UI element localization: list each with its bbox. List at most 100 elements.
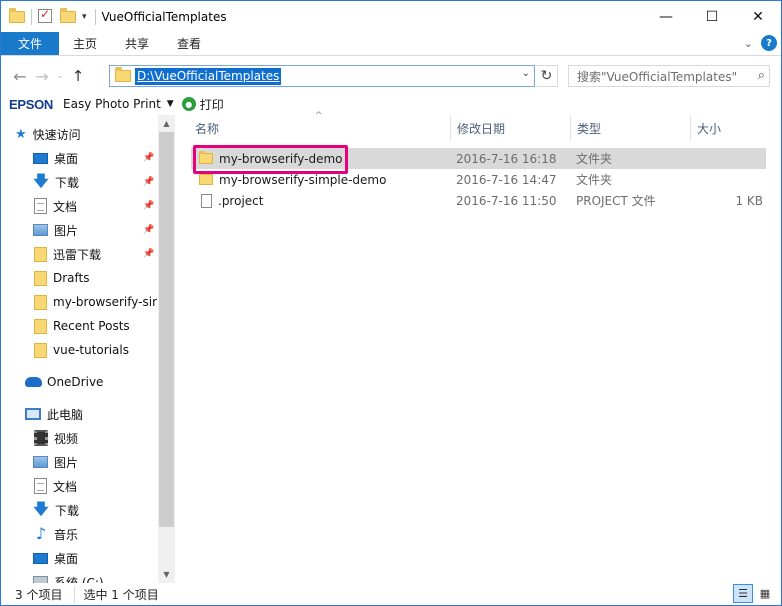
file-row[interactable]: .project 2016-7-16 11:50 PROJECT 文件 1 KB	[191, 190, 766, 211]
scroll-up-icon[interactable]: ▲	[158, 115, 175, 132]
explorer-window: ▾ VueOfficialTemplates — ☐ ✕ 文件 主页 共享 查看…	[0, 0, 782, 606]
file-icon	[201, 193, 212, 208]
quick-access-toolbar: ▾ VueOfficialTemplates	[1, 1, 227, 32]
nav-item-my-browserify[interactable]: my-browserify-sir	[34, 290, 157, 314]
window-controls: — ☐ ✕	[643, 1, 781, 32]
tab-share[interactable]: 共享	[111, 32, 163, 55]
file-type: PROJECT 文件	[576, 194, 656, 208]
nav-item-xunlei[interactable]: 迅雷下载	[34, 242, 101, 266]
file-modified: 2016-7-16 16:18	[456, 151, 557, 166]
up-arrow-icon[interactable]: ↑	[67, 67, 89, 85]
pin-icon[interactable]: 📌	[143, 177, 154, 187]
cloud-icon	[25, 377, 42, 387]
nav-this-pc[interactable]: 此电脑	[25, 402, 83, 426]
file-type: 文件夹	[576, 173, 613, 187]
folder-icon	[34, 318, 47, 334]
file-size: 1 KB	[735, 193, 763, 208]
status-bar: 3 个项目 选中 1 个项目 ☰ ▦	[1, 583, 781, 605]
music-icon: ♪	[35, 524, 47, 543]
address-bar[interactable]: D:\VueOfficialTemplates ⌄	[109, 65, 535, 87]
search-icon[interactable]: ⌕	[758, 68, 765, 83]
nav-onedrive[interactable]: OneDrive	[25, 370, 103, 394]
close-button[interactable]: ✕	[735, 1, 781, 32]
view-toggle: ☰ ▦	[733, 584, 775, 603]
desktop-icon	[33, 552, 48, 564]
documents-icon	[34, 198, 47, 214]
toolbar-divider	[94, 8, 96, 25]
refresh-icon[interactable]: ↻	[536, 65, 558, 87]
documents-icon	[34, 478, 47, 494]
print-icon[interactable]: ●	[181, 97, 196, 111]
nav-scrollbar[interactable]: ▲ ▼	[158, 115, 175, 583]
new-folder-icon[interactable]	[60, 7, 76, 25]
nav-item-drive-c[interactable]: 系统 (C:)	[33, 570, 104, 583]
nav-item-pc-documents[interactable]: 文档	[34, 474, 77, 498]
large-icons-view-icon[interactable]: ▦	[755, 584, 775, 603]
minimize-button[interactable]: —	[643, 1, 689, 32]
back-arrow-icon[interactable]: ←	[9, 67, 31, 86]
epson-toolbar: EPSON Easy Photo Print ▼ ● 打印	[1, 93, 781, 115]
nav-item-vue-tutorials[interactable]: vue-tutorials	[34, 338, 129, 362]
epson-app-selector[interactable]: Easy Photo Print	[63, 97, 161, 111]
pin-icon[interactable]: 📌	[143, 201, 154, 211]
column-headers: ^ 名称 修改日期 类型 大小	[177, 111, 781, 141]
nav-item-documents[interactable]: 文档	[34, 194, 77, 218]
folder-icon	[9, 7, 25, 25]
ribbon-tabs: 文件 主页 共享 查看 ⌄ ?	[1, 32, 781, 56]
nav-item-desktop[interactable]: 桌面	[33, 146, 78, 170]
nav-item-pictures[interactable]: 图片	[33, 218, 78, 242]
folder-icon	[115, 67, 131, 82]
epson-dropdown-icon[interactable]: ▼	[167, 99, 174, 109]
forward-arrow-icon[interactable]: →	[31, 67, 53, 86]
nav-item-drafts[interactable]: Drafts	[34, 266, 90, 290]
help-icon[interactable]: ?	[761, 35, 777, 51]
tab-home[interactable]: 主页	[59, 32, 111, 55]
download-icon: 🡇	[33, 172, 49, 190]
nav-item-downloads[interactable]: 🡇 下载	[33, 170, 79, 194]
properties-icon[interactable]	[38, 7, 54, 25]
customize-toolbar-dropdown-icon[interactable]: ▾	[82, 12, 87, 22]
status-item-count: 3 个项目	[15, 587, 63, 602]
column-name[interactable]: 名称	[189, 115, 451, 141]
file-type: 文件夹	[576, 152, 613, 166]
nav-item-music[interactable]: ♪ 音乐	[34, 522, 78, 546]
pin-icon[interactable]: 📌	[143, 249, 154, 259]
nav-item-pc-downloads[interactable]: 🡇 下载	[33, 498, 79, 522]
download-icon: 🡇	[33, 500, 49, 518]
tab-view[interactable]: 查看	[163, 32, 215, 55]
recent-locations-dropdown-icon[interactable]: ⌄	[53, 71, 67, 81]
scroll-down-icon[interactable]: ▼	[158, 566, 175, 583]
drive-icon	[33, 576, 48, 583]
folder-icon	[34, 342, 47, 358]
chevron-down-icon[interactable]: ⌄	[744, 37, 753, 50]
tab-file[interactable]: 文件	[1, 32, 59, 55]
folder-icon	[199, 172, 213, 185]
address-path[interactable]: D:\VueOfficialTemplates	[135, 67, 282, 85]
computer-icon	[25, 408, 41, 420]
pin-icon[interactable]: 📌	[143, 225, 154, 235]
folder-icon	[34, 270, 47, 286]
title-bar: ▾ VueOfficialTemplates — ☐ ✕	[1, 1, 781, 32]
nav-item-recent-posts[interactable]: Recent Posts	[34, 314, 130, 338]
videos-icon	[34, 430, 48, 446]
status-selected-count: 选中 1 个项目	[74, 585, 159, 603]
nav-item-pc-desktop[interactable]: 桌面	[33, 546, 78, 570]
column-size[interactable]: 大小	[691, 115, 771, 141]
scrollbar-thumb[interactable]	[159, 132, 174, 527]
pin-icon[interactable]: 📌	[143, 153, 154, 163]
file-size	[701, 148, 763, 169]
maximize-button[interactable]: ☐	[689, 1, 735, 32]
nav-item-pc-pictures[interactable]: 图片	[33, 450, 78, 474]
print-button[interactable]: 打印	[200, 96, 224, 113]
address-dropdown-icon[interactable]: ⌄	[522, 68, 530, 79]
file-name-cell: .project	[199, 190, 263, 211]
file-name: my-browserify-simple-demo	[219, 172, 387, 187]
column-type[interactable]: 类型	[571, 115, 691, 141]
column-modified[interactable]: 修改日期	[451, 115, 571, 141]
nav-item-videos[interactable]: 视频	[34, 426, 78, 450]
nav-quick-access[interactable]: ★ 快速访问	[15, 122, 81, 146]
file-modified: 2016-7-16 14:47	[456, 172, 557, 187]
ribbon-right-controls: ⌄ ?	[744, 35, 777, 51]
search-input[interactable]: 搜索"VueOfficialTemplates" ⌕	[568, 65, 770, 87]
details-view-icon[interactable]: ☰	[733, 584, 753, 603]
